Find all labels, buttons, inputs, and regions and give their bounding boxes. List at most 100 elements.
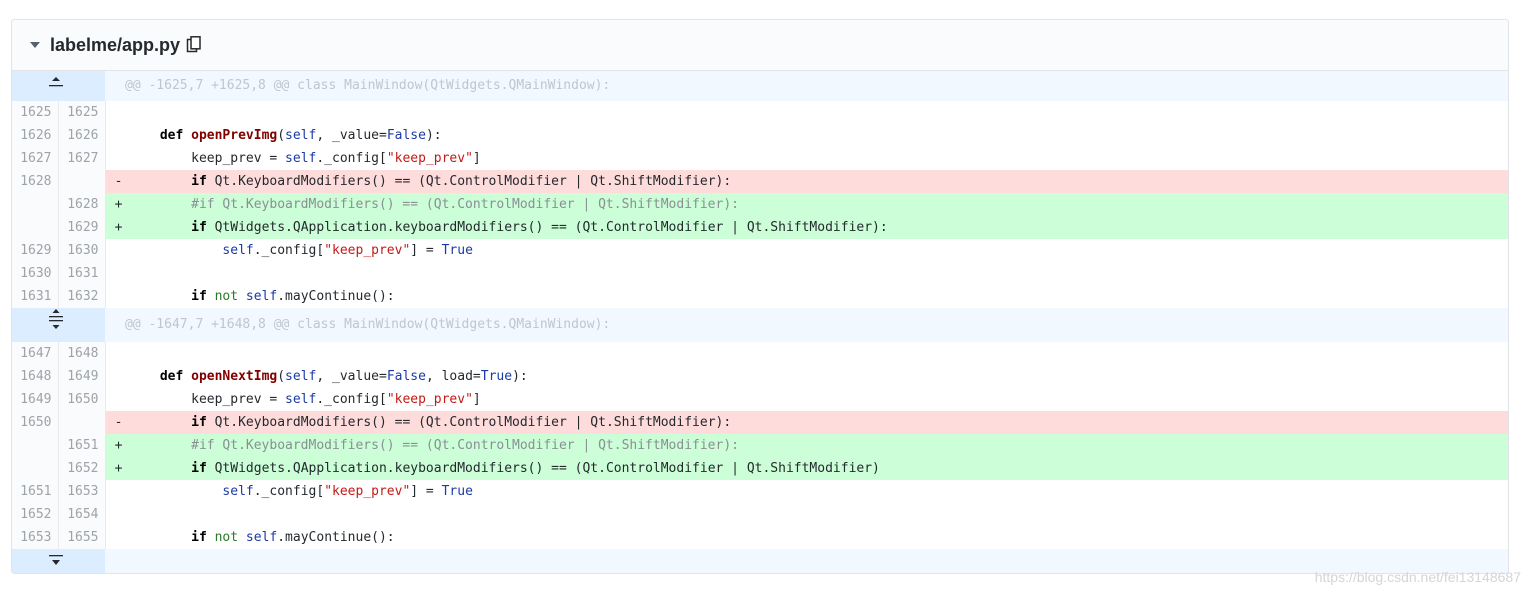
code-line: keep_prev = self._config["keep_prev"]	[128, 392, 481, 407]
deleted-line: 1628 - if Qt.KeyboardModifiers() == (Qt.C…	[12, 170, 1508, 193]
old-line-number[interactable]: 1625	[12, 101, 59, 124]
code-line: def openPrevImg(self, _value=False):	[159, 128, 442, 143]
hunk-header: @@ -1625,7 +1625,8 @@ class MainWindow(Q…	[12, 71, 1508, 101]
hunk-header-text: @@ -1625,7 +1625,8 @@ class MainWindow(Q…	[105, 71, 1508, 101]
context-line: 1627 1627 keep_prev = self._config["keep_…	[12, 147, 1508, 170]
new-line-number[interactable]: 1625	[58, 101, 106, 124]
diff-sign	[105, 124, 129, 147]
triangle-down-icon[interactable]	[30, 42, 40, 48]
context-line: 1652 1654	[12, 503, 1508, 526]
new-line-number[interactable]: 1654	[58, 503, 106, 526]
code-line	[129, 503, 1509, 526]
code-line: if not self.mayContinue():	[191, 530, 395, 545]
old-line-number[interactable]: 1653	[12, 526, 59, 549]
expand-up-icon[interactable]	[12, 71, 105, 101]
file-header: labelme/app.py	[12, 20, 1508, 71]
code-line: if not self.mayContinue():	[191, 289, 395, 304]
new-line-number[interactable]: 1655	[58, 526, 106, 549]
diff-sign: +	[105, 457, 129, 480]
context-line: 1631 1632 if not self.mayContinue():	[12, 285, 1508, 308]
old-line-number[interactable]	[12, 434, 59, 457]
code-line: self._config["keep_prev"] = True	[222, 243, 473, 258]
context-line: 1625 1625	[12, 101, 1508, 124]
new-line-number[interactable]	[58, 411, 106, 434]
diff-sign	[105, 239, 129, 262]
code-line: keep_prev = self._config["keep_prev"]	[128, 151, 481, 166]
diff-sign	[105, 388, 129, 411]
new-line-number[interactable]: 1649	[58, 365, 106, 388]
old-line-number[interactable]: 1626	[12, 124, 59, 147]
new-line-number[interactable]: 1629	[58, 216, 106, 239]
new-line-number[interactable]: 1651	[58, 434, 106, 457]
old-line-number[interactable]	[12, 193, 59, 216]
old-line-number[interactable]: 1652	[12, 503, 59, 526]
code-line: if QtWidgets.QApplication.keyboardModifi…	[128, 457, 1508, 480]
diff-sign: +	[105, 216, 129, 239]
diff-sign	[105, 147, 129, 170]
old-line-number[interactable]	[12, 457, 59, 480]
old-line-number[interactable]: 1649	[12, 388, 59, 411]
old-line-number[interactable]: 1651	[12, 480, 59, 503]
new-line-number[interactable]: 1648	[58, 342, 106, 365]
old-line-number[interactable]: 1628	[12, 170, 59, 193]
context-line: 1647 1648	[12, 342, 1508, 365]
diff-sign	[105, 342, 129, 365]
new-line-number[interactable]: 1630	[58, 239, 106, 262]
added-line: 1628 + #if Qt.KeyboardModifiers() == (Qt.…	[12, 193, 1508, 216]
new-line-number[interactable]: 1626	[58, 124, 106, 147]
old-line-number[interactable]	[12, 216, 59, 239]
code-line: #if Qt.KeyboardModifiers() == (Qt.Contro…	[128, 434, 1508, 457]
diff-sign	[105, 262, 129, 285]
diff-sign	[105, 101, 129, 124]
old-line-number[interactable]: 1630	[12, 262, 59, 285]
diff-sign	[105, 285, 129, 308]
old-line-number[interactable]: 1647	[12, 342, 59, 365]
diff-sign: -	[105, 170, 129, 193]
code-line: #if Qt.KeyboardModifiers() == (Qt.Contro…	[128, 193, 1508, 216]
new-line-number[interactable]: 1632	[58, 285, 106, 308]
old-line-number[interactable]: 1648	[12, 365, 59, 388]
added-line: 1629 + if QtWidgets.QApplication.keyboard…	[12, 216, 1508, 239]
old-line-number[interactable]: 1629	[12, 239, 59, 262]
added-line: 1651 + #if Qt.KeyboardModifiers() == (Qt.…	[12, 434, 1508, 457]
diff-sign: +	[105, 193, 129, 216]
diff-sign: -	[105, 411, 129, 434]
expand-down-icon[interactable]	[12, 549, 105, 573]
code-line	[129, 262, 1509, 285]
old-line-number[interactable]: 1627	[12, 147, 59, 170]
deleted-line: 1650 - if Qt.KeyboardModifiers() == (Qt.C…	[12, 411, 1508, 434]
diff-sign	[105, 503, 129, 526]
new-line-number[interactable]: 1631	[58, 262, 106, 285]
context-line: 1653 1655 if not self.mayContinue():	[12, 526, 1508, 549]
new-line-number[interactable]: 1653	[58, 480, 106, 503]
code-line	[129, 342, 1509, 365]
code-line: if Qt.KeyboardModifiers() == (Qt.Control…	[128, 411, 1508, 434]
context-line: 1648 1649 def openNextImg(self, _value=Fa…	[12, 365, 1508, 388]
code-line: def openNextImg(self, _value=False, load…	[159, 369, 528, 384]
diff-sign	[105, 526, 129, 549]
hunk-header: @@ -1647,7 +1648,8 @@ class MainWindow(Q…	[12, 308, 1508, 342]
diff-sign	[105, 365, 129, 388]
expand-both-icon[interactable]	[12, 308, 105, 342]
footer-spacer	[105, 549, 1508, 573]
context-line: 1651 1653 self._config["keep_prev"] = Tru…	[12, 480, 1508, 503]
new-line-number[interactable]: 1652	[58, 457, 106, 480]
hunk-header-text: @@ -1647,7 +1648,8 @@ class MainWindow(Q…	[105, 308, 1508, 342]
added-line: 1652 + if QtWidgets.QApplication.keyboard…	[12, 457, 1508, 480]
context-line: 1630 1631	[12, 262, 1508, 285]
new-line-number[interactable]: 1627	[58, 147, 106, 170]
context-line: 1626 1626 def openPrevImg(self, _value=Fa…	[12, 124, 1508, 147]
new-line-number[interactable]: 1650	[58, 388, 106, 411]
new-line-number[interactable]	[58, 170, 106, 193]
code-line	[129, 101, 1509, 124]
file-name[interactable]: labelme/app.py	[50, 35, 180, 56]
diff-file: labelme/app.py @@ -1625,7 +1625,8 @@ cla…	[11, 19, 1509, 574]
clipboard-copy-icon[interactable]	[186, 36, 202, 54]
context-line: 1649 1650 keep_prev = self._config["keep_…	[12, 388, 1508, 411]
old-line-number[interactable]: 1631	[12, 285, 59, 308]
old-line-number[interactable]: 1650	[12, 411, 59, 434]
code-line: self._config["keep_prev"] = True	[222, 484, 473, 499]
new-line-number[interactable]: 1628	[58, 193, 106, 216]
code-line: if QtWidgets.QApplication.keyboardModifi…	[128, 216, 1508, 239]
code-line: if Qt.KeyboardModifiers() == (Qt.Control…	[128, 170, 1508, 193]
